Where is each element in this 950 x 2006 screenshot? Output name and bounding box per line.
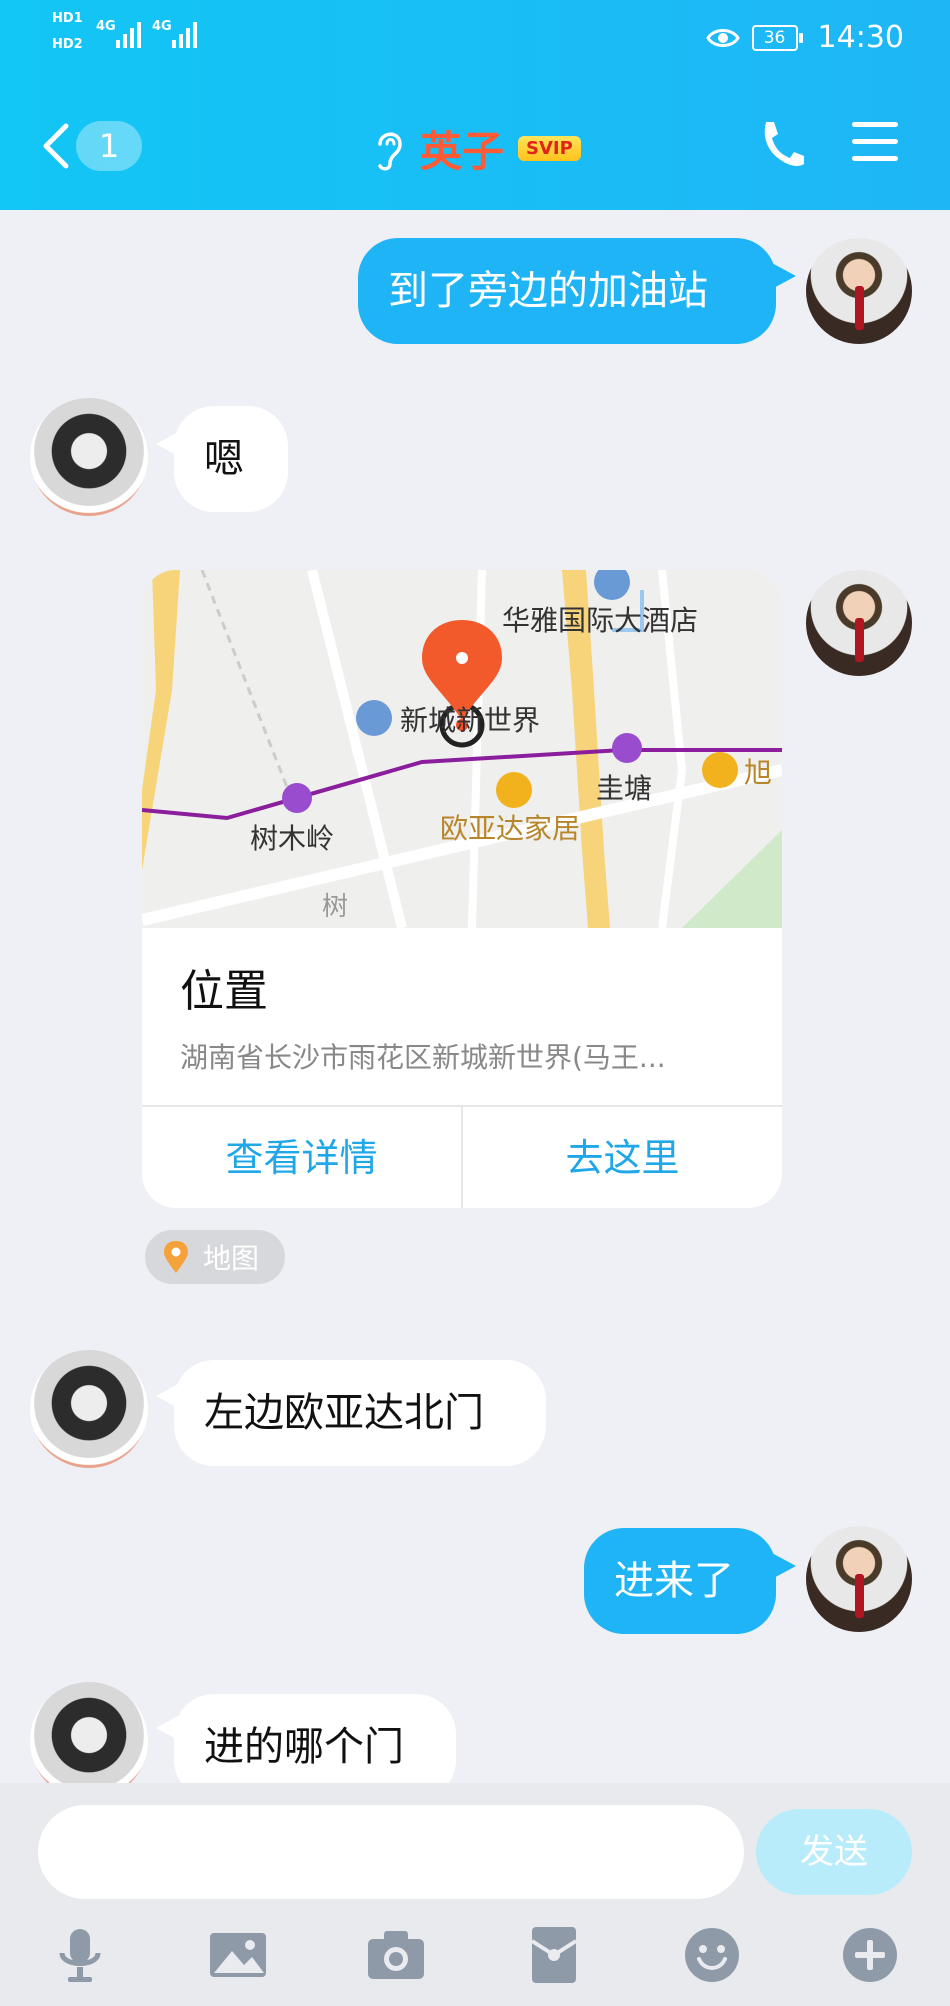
camera-icon[interactable] <box>366 1925 426 1985</box>
map-graphic: 华雅国际大酒店 新城新世界 圭塘 树木岭 欧亚达家居 旭 树 <box>142 570 782 928</box>
chevron-left-icon <box>43 123 69 169</box>
status-bar: HD1 HD2 4G 4G 36 14:30 <box>0 0 950 80</box>
map-label-place: 新城新世界 <box>400 705 540 736</box>
my-avatar[interactable] <box>806 570 912 676</box>
sim1-label: HD1 <box>52 11 83 26</box>
signal2-icon <box>172 22 197 48</box>
message-bubble-out[interactable]: 进来了 <box>584 1528 776 1634</box>
map-preview[interactable]: 华雅国际大酒店 新城新世界 圭塘 树木岭 欧亚达家居 旭 树 <box>142 570 782 928</box>
battery-icon: 36 <box>751 24 803 51</box>
image-icon[interactable] <box>208 1925 268 1985</box>
map-source-tag[interactable]: 地图 <box>145 1230 286 1284</box>
message-bubble-in[interactable]: 嗯 <box>174 406 288 512</box>
eye-icon <box>705 28 740 47</box>
contact-avatar[interactable] <box>30 1350 148 1468</box>
send-button[interactable]: 发送 <box>756 1809 912 1895</box>
sim-indicator: HD1 HD2 <box>52 12 83 52</box>
map-source-label: 地图 <box>203 1242 260 1275</box>
my-avatar[interactable] <box>806 238 912 344</box>
map-label-hotel: 华雅国际大酒店 <box>502 605 698 636</box>
status-right: 36 14:30 <box>705 20 904 55</box>
map-label-mall: 欧亚达家居 <box>440 813 580 844</box>
svip-badge: SVIP <box>518 136 581 161</box>
phone-icon[interactable] <box>758 118 806 170</box>
location-actions: 查看详情 去这里 <box>142 1105 782 1208</box>
net2-label: 4G <box>152 19 172 34</box>
unread-badge: 1 <box>76 121 142 171</box>
sim2-label: HD2 <box>52 37 83 52</box>
message-bubble-out[interactable]: 到了旁边的加油站 <box>358 238 776 344</box>
map-label-station1: 圭塘 <box>596 773 652 804</box>
my-avatar[interactable] <box>806 1526 912 1632</box>
contact-avatar[interactable] <box>30 398 148 516</box>
signal-icon <box>116 22 141 48</box>
contact-name: 英子 <box>420 127 505 176</box>
plus-icon[interactable] <box>840 1925 900 1985</box>
navigate-button[interactable]: 去这里 <box>463 1107 782 1208</box>
chat-header: HD1 HD2 4G 4G 36 14:30 1 英子 SVIP <box>0 0 950 210</box>
map-label-edge: 旭 <box>744 757 772 788</box>
menu-button[interactable] <box>852 122 898 173</box>
input-bar: 发送 <box>0 1783 950 2006</box>
bubble-tail <box>770 262 796 290</box>
ear-icon <box>378 132 402 170</box>
emoji-icon[interactable] <box>682 1925 742 1985</box>
message-bubble-in[interactable]: 左边欧亚达北门 <box>174 1360 546 1466</box>
contact-title[interactable]: 英子 SVIP <box>370 118 581 179</box>
back-button[interactable]: 1 <box>40 118 150 174</box>
location-address: 湖南省长沙市雨花区新城新世界(马王... <box>180 1041 666 1074</box>
location-card[interactable]: 华雅国际大酒店 新城新世界 圭塘 树木岭 欧亚达家居 旭 树 位置 湖南省长沙市… <box>142 570 782 1208</box>
view-details-button[interactable]: 查看详情 <box>142 1107 463 1208</box>
clock: 14:30 <box>817 20 904 55</box>
map-label-road: 树 <box>322 891 348 921</box>
red-packet-icon[interactable] <box>524 1925 584 1985</box>
map-label-station2: 树木岭 <box>250 823 334 854</box>
bubble-tail <box>770 1552 796 1580</box>
nav-bar: 1 英子 SVIP <box>0 100 950 190</box>
mic-icon[interactable] <box>50 1925 110 1985</box>
net1-label: 4G <box>96 19 116 34</box>
message-input[interactable] <box>38 1805 744 1899</box>
location-pin-icon <box>164 1241 188 1273</box>
location-title: 位置 <box>180 966 268 1017</box>
